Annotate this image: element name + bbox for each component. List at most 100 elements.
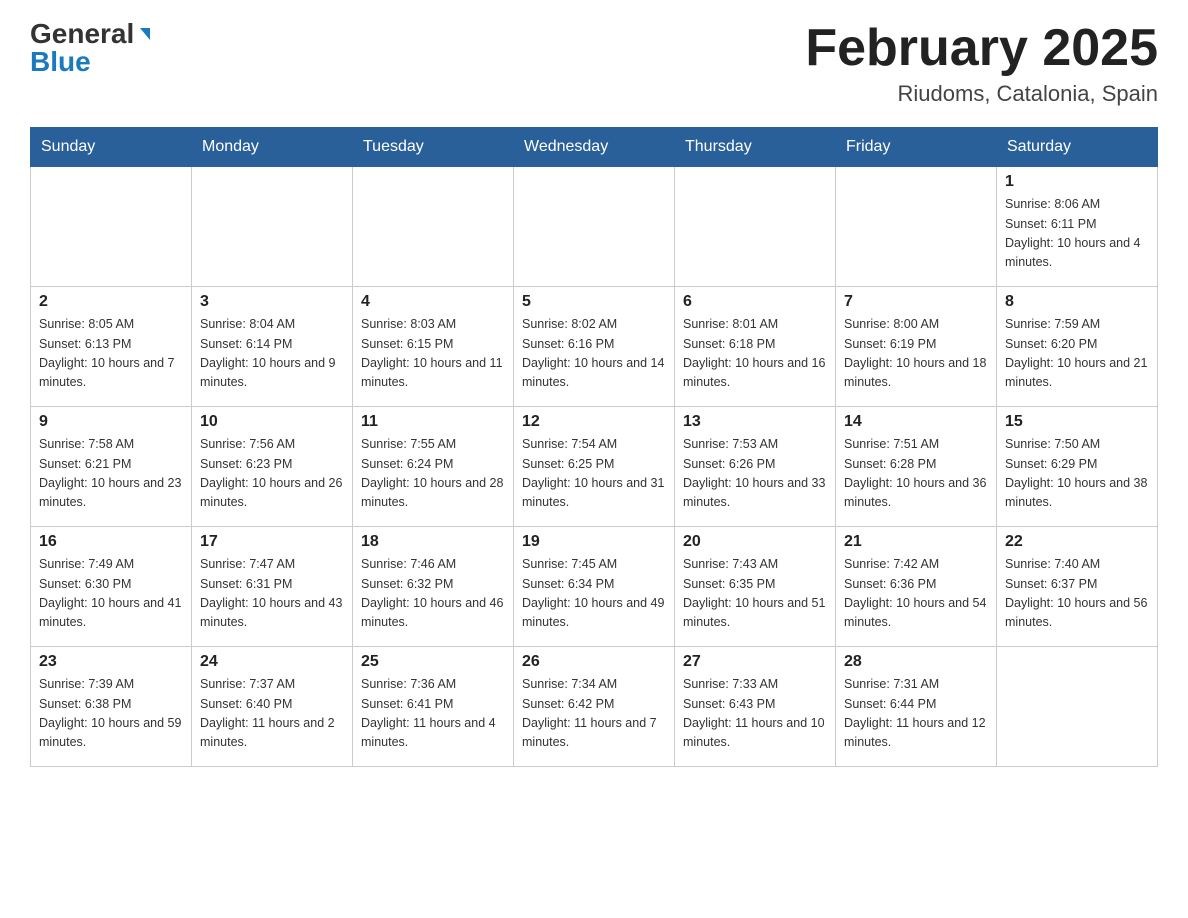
calendar-cell xyxy=(192,167,353,287)
calendar-weekday-friday: Friday xyxy=(836,128,997,167)
logo: General Blue xyxy=(30,20,153,76)
day-info: Sunrise: 8:05 AMSunset: 6:13 PMDaylight:… xyxy=(39,315,183,393)
day-info: Sunrise: 7:53 AMSunset: 6:26 PMDaylight:… xyxy=(683,435,827,513)
calendar-weekday-sunday: Sunday xyxy=(31,128,192,167)
day-info: Sunrise: 7:36 AMSunset: 6:41 PMDaylight:… xyxy=(361,675,505,753)
calendar-table: SundayMondayTuesdayWednesdayThursdayFrid… xyxy=(30,127,1158,767)
day-number: 2 xyxy=(39,293,183,311)
calendar-cell: 3 Sunrise: 8:04 AMSunset: 6:14 PMDaylight… xyxy=(192,287,353,407)
day-info: Sunrise: 7:45 AMSunset: 6:34 PMDaylight:… xyxy=(522,555,666,633)
calendar-week-row: 23Sunrise: 7:39 AMSunset: 6:38 PMDayligh… xyxy=(31,647,1158,767)
day-number: 20 xyxy=(683,533,827,551)
day-number: 19 xyxy=(522,533,666,551)
month-title: February 2025 xyxy=(805,20,1158,77)
day-number: 26 xyxy=(522,653,666,671)
calendar-cell: 4 Sunrise: 8:03 AMSunset: 6:15 PMDaylight… xyxy=(353,287,514,407)
day-info: Sunrise: 7:42 AMSunset: 6:36 PMDaylight:… xyxy=(844,555,988,633)
calendar-cell: 25 Sunrise: 7:36 AMSunset: 6:41 PMDayligh… xyxy=(353,647,514,767)
day-info: Sunrise: 7:55 AMSunset: 6:24 PMDaylight:… xyxy=(361,435,505,513)
day-info: Sunrise: 7:51 AMSunset: 6:28 PMDaylight:… xyxy=(844,435,988,513)
day-number: 25 xyxy=(361,653,505,671)
day-number: 22 xyxy=(1005,533,1149,551)
calendar-cell: 14 Sunrise: 7:51 AMSunset: 6:28 PMDayligh… xyxy=(836,407,997,527)
day-number: 11 xyxy=(361,413,505,431)
day-number: 14 xyxy=(844,413,988,431)
calendar-cell: 1 Sunrise: 8:06 AMSunset: 6:11 PMDaylight… xyxy=(997,167,1158,287)
day-info: Sunrise: 7:40 AMSunset: 6:37 PMDaylight:… xyxy=(1005,555,1149,633)
logo-blue-text: Blue xyxy=(30,48,91,76)
calendar-cell xyxy=(675,167,836,287)
day-info: Sunrise: 7:59 AMSunset: 6:20 PMDaylight:… xyxy=(1005,315,1149,393)
day-number: 5 xyxy=(522,293,666,311)
day-info: Sunrise: 7:50 AMSunset: 6:29 PMDaylight:… xyxy=(1005,435,1149,513)
calendar-weekday-tuesday: Tuesday xyxy=(353,128,514,167)
calendar-cell: 13 Sunrise: 7:53 AMSunset: 6:26 PMDayligh… xyxy=(675,407,836,527)
day-info: Sunrise: 7:54 AMSunset: 6:25 PMDaylight:… xyxy=(522,435,666,513)
day-number: 13 xyxy=(683,413,827,431)
calendar-cell: 21 Sunrise: 7:42 AMSunset: 6:36 PMDayligh… xyxy=(836,527,997,647)
calendar-cell: 11 Sunrise: 7:55 AMSunset: 6:24 PMDayligh… xyxy=(353,407,514,527)
day-info: Sunrise: 7:58 AMSunset: 6:21 PMDaylight:… xyxy=(39,435,183,513)
calendar-cell: 20 Sunrise: 7:43 AMSunset: 6:35 PMDayligh… xyxy=(675,527,836,647)
day-info: Sunrise: 7:47 AMSunset: 6:31 PMDaylight:… xyxy=(200,555,344,633)
day-info: Sunrise: 7:37 AMSunset: 6:40 PMDaylight:… xyxy=(200,675,344,753)
calendar-week-row: 1 Sunrise: 8:06 AMSunset: 6:11 PMDaylight… xyxy=(31,167,1158,287)
day-number: 4 xyxy=(361,293,505,311)
calendar-cell: 16 Sunrise: 7:49 AMSunset: 6:30 PMDayligh… xyxy=(31,527,192,647)
day-info: Sunrise: 7:43 AMSunset: 6:35 PMDaylight:… xyxy=(683,555,827,633)
day-info: Sunrise: 7:34 AMSunset: 6:42 PMDaylight:… xyxy=(522,675,666,753)
title-area: February 2025 Riudoms, Catalonia, Spain xyxy=(805,20,1158,107)
calendar-cell: 27Sunrise: 7:33 AMSunset: 6:43 PMDayligh… xyxy=(675,647,836,767)
day-info: Sunrise: 8:01 AMSunset: 6:18 PMDaylight:… xyxy=(683,315,827,393)
day-number: 7 xyxy=(844,293,988,311)
calendar-cell: 5 Sunrise: 8:02 AMSunset: 6:16 PMDaylight… xyxy=(514,287,675,407)
logo-triangle-icon xyxy=(137,26,153,42)
calendar-cell xyxy=(836,167,997,287)
day-number: 16 xyxy=(39,533,183,551)
day-number: 6 xyxy=(683,293,827,311)
day-info: Sunrise: 7:56 AMSunset: 6:23 PMDaylight:… xyxy=(200,435,344,513)
calendar-cell: 8 Sunrise: 7:59 AMSunset: 6:20 PMDaylight… xyxy=(997,287,1158,407)
day-number: 9 xyxy=(39,413,183,431)
day-info: Sunrise: 8:06 AMSunset: 6:11 PMDaylight:… xyxy=(1005,195,1149,273)
day-number: 12 xyxy=(522,413,666,431)
calendar-weekday-wednesday: Wednesday xyxy=(514,128,675,167)
day-number: 3 xyxy=(200,293,344,311)
day-info: Sunrise: 8:02 AMSunset: 6:16 PMDaylight:… xyxy=(522,315,666,393)
day-number: 28 xyxy=(844,653,988,671)
calendar-week-row: 9 Sunrise: 7:58 AMSunset: 6:21 PMDaylight… xyxy=(31,407,1158,527)
calendar-weekday-thursday: Thursday xyxy=(675,128,836,167)
day-number: 18 xyxy=(361,533,505,551)
day-info: Sunrise: 8:03 AMSunset: 6:15 PMDaylight:… xyxy=(361,315,505,393)
day-number: 10 xyxy=(200,413,344,431)
calendar-cell: 2 Sunrise: 8:05 AMSunset: 6:13 PMDaylight… xyxy=(31,287,192,407)
day-number: 17 xyxy=(200,533,344,551)
day-number: 21 xyxy=(844,533,988,551)
calendar-cell: 26 Sunrise: 7:34 AMSunset: 6:42 PMDayligh… xyxy=(514,647,675,767)
day-number: 15 xyxy=(1005,413,1149,431)
calendar-header-row: SundayMondayTuesdayWednesdayThursdayFrid… xyxy=(31,128,1158,167)
day-info: Sunrise: 7:46 AMSunset: 6:32 PMDaylight:… xyxy=(361,555,505,633)
day-number: 27 xyxy=(683,653,827,671)
calendar-cell: 22 Sunrise: 7:40 AMSunset: 6:37 PMDayligh… xyxy=(997,527,1158,647)
day-number: 1 xyxy=(1005,173,1149,191)
calendar-cell: 15 Sunrise: 7:50 AMSunset: 6:29 PMDayligh… xyxy=(997,407,1158,527)
calendar-cell xyxy=(31,167,192,287)
calendar-cell: 28 Sunrise: 7:31 AMSunset: 6:44 PMDayligh… xyxy=(836,647,997,767)
calendar-cell: 7Sunrise: 8:00 AMSunset: 6:19 PMDaylight… xyxy=(836,287,997,407)
day-info: Sunrise: 8:04 AMSunset: 6:14 PMDaylight:… xyxy=(200,315,344,393)
day-info: Sunrise: 7:49 AMSunset: 6:30 PMDaylight:… xyxy=(39,555,183,633)
calendar-cell: 17 Sunrise: 7:47 AMSunset: 6:31 PMDayligh… xyxy=(192,527,353,647)
day-info: Sunrise: 7:31 AMSunset: 6:44 PMDaylight:… xyxy=(844,675,988,753)
calendar-week-row: 2 Sunrise: 8:05 AMSunset: 6:13 PMDaylight… xyxy=(31,287,1158,407)
day-number: 8 xyxy=(1005,293,1149,311)
calendar-cell: 9 Sunrise: 7:58 AMSunset: 6:21 PMDaylight… xyxy=(31,407,192,527)
calendar-cell xyxy=(997,647,1158,767)
calendar-cell: 18 Sunrise: 7:46 AMSunset: 6:32 PMDayligh… xyxy=(353,527,514,647)
calendar-weekday-monday: Monday xyxy=(192,128,353,167)
calendar-cell: 19 Sunrise: 7:45 AMSunset: 6:34 PMDayligh… xyxy=(514,527,675,647)
day-info: Sunrise: 7:39 AMSunset: 6:38 PMDaylight:… xyxy=(39,675,183,753)
calendar-cell xyxy=(514,167,675,287)
logo-general-text: General xyxy=(30,20,134,48)
calendar-cell: 23Sunrise: 7:39 AMSunset: 6:38 PMDayligh… xyxy=(31,647,192,767)
